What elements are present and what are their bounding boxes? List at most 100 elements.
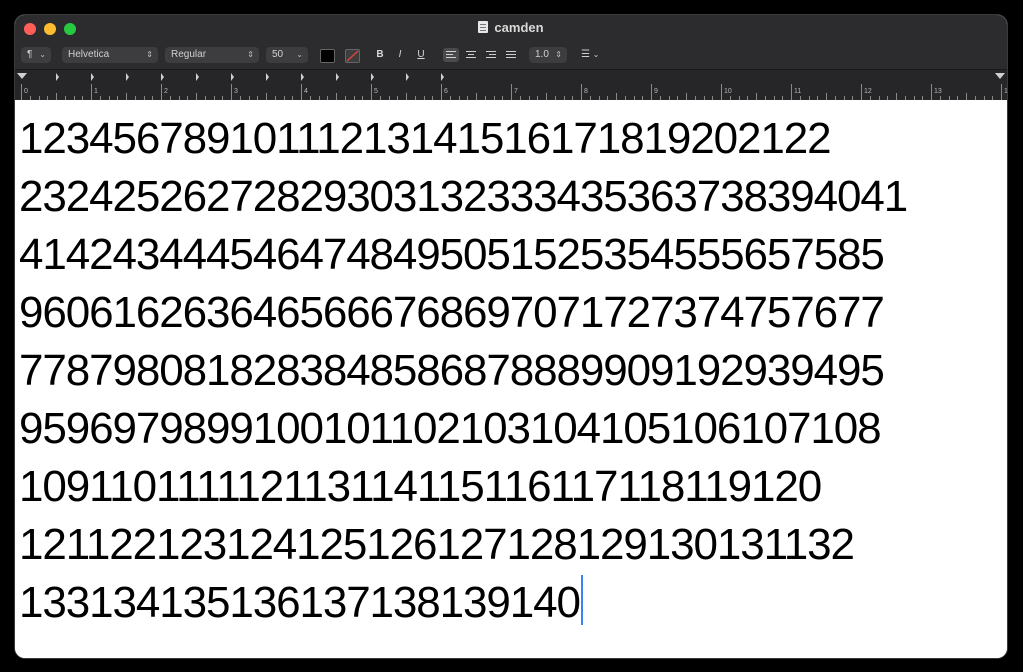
tab-stop-marker[interactable] bbox=[301, 73, 304, 81]
tab-stop-marker[interactable] bbox=[371, 73, 374, 81]
font-style-select[interactable]: Regular ⇕ bbox=[165, 47, 259, 63]
ruler-minor-tick bbox=[686, 93, 687, 100]
line-spacing-select[interactable]: 1.0 ⇕ bbox=[529, 47, 567, 63]
ruler-number: 6 bbox=[444, 88, 448, 95]
tab-stop-marker[interactable] bbox=[196, 73, 199, 81]
font-family-value: Helvetica bbox=[68, 49, 110, 60]
ruler-number: 3 bbox=[234, 88, 238, 95]
chevron-updown-icon: ⇕ bbox=[247, 50, 254, 59]
ruler-minor-tick bbox=[966, 93, 967, 100]
ruler-major-tick bbox=[581, 84, 582, 100]
document-text[interactable]: 12345678910111213141516171819202122 23242… bbox=[19, 110, 1004, 632]
ruler-number: 2 bbox=[164, 88, 168, 95]
ruler-number: 11 bbox=[794, 88, 802, 95]
paragraph-styles-button[interactable]: ¶ ⌄ bbox=[21, 47, 51, 63]
ruler-number: 13 bbox=[934, 88, 942, 95]
textedit-window: camden ¶ ⌄ Helvetica ⇕ Regular ⇕ 50 ⌄ B I U bbox=[15, 15, 1007, 658]
ruler-number: 7 bbox=[514, 88, 518, 95]
background-color-well[interactable] bbox=[345, 49, 360, 63]
ruler-major-tick bbox=[161, 84, 162, 100]
right-indent-marker[interactable] bbox=[995, 73, 1005, 79]
align-right-button[interactable] bbox=[483, 48, 499, 62]
ruler-major-tick bbox=[301, 84, 302, 100]
ruler-major-tick bbox=[231, 84, 232, 100]
ruler-minor-tick bbox=[126, 93, 127, 100]
ruler-number: 10 bbox=[724, 88, 732, 95]
left-indent-marker[interactable] bbox=[17, 73, 27, 79]
ruler-number: 5 bbox=[374, 88, 378, 95]
text-caret bbox=[580, 575, 583, 625]
chevron-down-icon: ⌄ bbox=[592, 50, 600, 59]
tab-stop-marker[interactable] bbox=[441, 73, 444, 81]
ruler-major-tick bbox=[931, 84, 932, 100]
title-bar: camden bbox=[15, 15, 1007, 43]
ruler-minor-tick bbox=[826, 93, 827, 100]
ruler-minor-tick bbox=[406, 93, 407, 100]
tab-stop-marker[interactable] bbox=[161, 73, 164, 81]
ruler-minor-tick bbox=[546, 93, 547, 100]
chevron-updown-icon: ⇕ bbox=[555, 50, 562, 59]
chevron-updown-icon: ⇕ bbox=[146, 50, 153, 59]
document-line[interactable]: 23242526272829303132333435363738394041 bbox=[19, 168, 1004, 226]
underline-button[interactable]: U bbox=[413, 47, 429, 63]
tab-stop-marker[interactable] bbox=[266, 73, 269, 81]
document-line[interactable]: 9606162636465666768697071727374757677 bbox=[19, 284, 1004, 342]
font-size-combobox[interactable]: 50 ⌄ bbox=[266, 47, 308, 63]
justify-button[interactable] bbox=[503, 48, 519, 62]
ruler-major-tick bbox=[371, 84, 372, 100]
ruler[interactable]: 0 1 2 3 4 5 6 7 8 9 10 11 12 13 1 bbox=[15, 69, 1007, 100]
document-line[interactable]: 9596979899100101102103104105106107108 bbox=[19, 400, 1004, 458]
ruler-major-tick bbox=[21, 84, 22, 100]
font-size-value: 50 bbox=[272, 49, 284, 60]
italic-button[interactable]: I bbox=[392, 47, 408, 63]
list-bullets-button[interactable]: ☰ ⌄ bbox=[581, 47, 611, 63]
tab-stop-marker[interactable] bbox=[56, 73, 59, 81]
text-color-well[interactable] bbox=[320, 49, 335, 63]
tab-stop-marker[interactable] bbox=[231, 73, 234, 81]
ruler-minor-tick bbox=[56, 93, 57, 100]
ruler-major-tick bbox=[861, 84, 862, 100]
ruler-major-tick bbox=[441, 84, 442, 100]
ruler-number: 1 bbox=[94, 88, 98, 95]
document-line[interactable]: 12345678910111213141516171819202122 bbox=[19, 110, 1004, 168]
document-icon bbox=[478, 21, 489, 33]
document-line[interactable]: 121122123124125126127128129130131132 bbox=[19, 516, 1004, 574]
list-icon: ☰ bbox=[581, 49, 590, 60]
ruler-minor-tick bbox=[336, 93, 337, 100]
document-area[interactable]: 12345678910111213141516171819202122 23242… bbox=[15, 100, 1007, 658]
ruler-minor-tick bbox=[616, 93, 617, 100]
bold-button[interactable]: B bbox=[372, 47, 388, 63]
document-line[interactable]: 109110111112113114115116117118119120 bbox=[19, 458, 1004, 516]
ruler-major-tick bbox=[651, 84, 652, 100]
ruler-minor-tick bbox=[476, 93, 477, 100]
document-line[interactable]: 7787980818283848586878889909192939495 bbox=[19, 342, 1004, 400]
ruler-minor-tick bbox=[896, 93, 897, 100]
align-left-button[interactable] bbox=[443, 48, 459, 62]
tab-stop-marker[interactable] bbox=[126, 73, 129, 81]
window-title: camden bbox=[494, 20, 544, 35]
chevron-down-icon: ⌄ bbox=[39, 50, 46, 59]
tab-stop-marker[interactable] bbox=[336, 73, 339, 81]
ruler-major-tick bbox=[91, 84, 92, 100]
paragraph-icon: ¶ bbox=[27, 49, 33, 60]
ruler-major-tick bbox=[511, 84, 512, 100]
ruler-major-tick bbox=[791, 84, 792, 100]
ruler-minor-tick bbox=[756, 93, 757, 100]
ruler-number: 8 bbox=[584, 88, 588, 95]
ruler-number: 1 bbox=[1004, 88, 1007, 95]
tab-stop-marker[interactable] bbox=[406, 73, 409, 81]
ruler-number: 12 bbox=[864, 88, 872, 95]
font-family-select[interactable]: Helvetica ⇕ bbox=[62, 47, 158, 63]
line-spacing-value: 1.0 bbox=[535, 49, 549, 60]
tab-stop-marker[interactable] bbox=[91, 73, 94, 81]
align-center-button[interactable] bbox=[463, 48, 479, 62]
ruler-number: 4 bbox=[304, 88, 308, 95]
window-title-container: camden bbox=[15, 20, 1007, 35]
document-line[interactable]: 4142434445464748495051525354555657585 bbox=[19, 226, 1004, 284]
ruler-major-tick bbox=[1001, 84, 1002, 100]
ruler-minor-tick bbox=[266, 93, 267, 100]
ruler-number: 0 bbox=[24, 88, 28, 95]
ruler-major-tick bbox=[721, 84, 722, 100]
format-toolbar: ¶ ⌄ Helvetica ⇕ Regular ⇕ 50 ⌄ B I U 1.0… bbox=[15, 43, 1007, 69]
document-line[interactable]: 133134135136137138139140 bbox=[19, 574, 1004, 632]
